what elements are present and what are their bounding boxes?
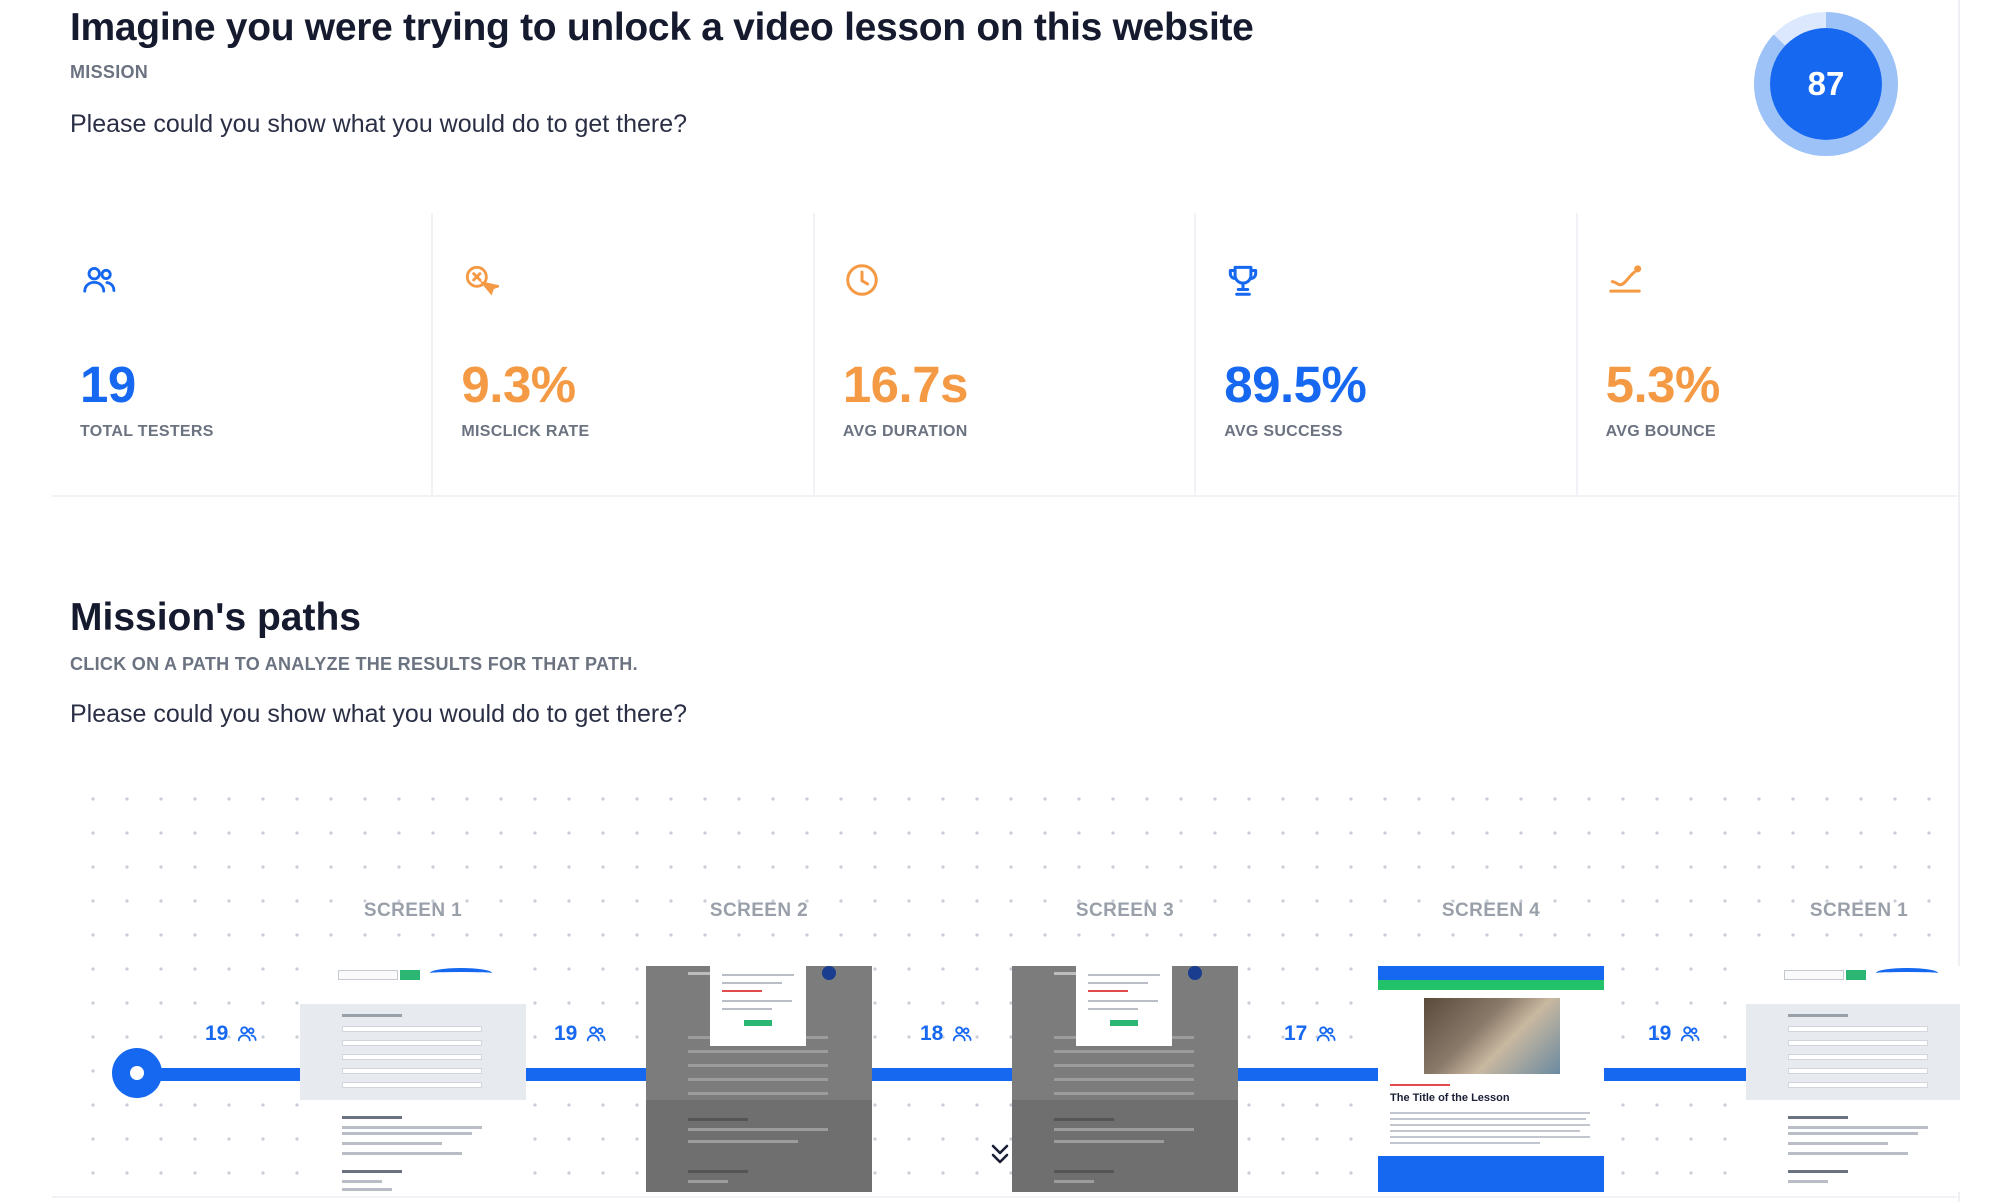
clock-icon <box>846 264 878 296</box>
stat-value: 16.7s <box>842 356 969 413</box>
users-icon <box>83 267 116 293</box>
screen-thumbnail[interactable] <box>1012 966 1238 1192</box>
tester-count: 19 <box>1648 1022 1672 1045</box>
mission-label: MISSION <box>70 62 149 82</box>
misclick-icon <box>466 265 500 296</box>
path-step-count[interactable]: 18 <box>920 1022 973 1046</box>
stat-label: AVG SUCCESS <box>1224 423 1343 440</box>
stat-value: 89.5% <box>1224 356 1367 413</box>
stat-avg-bounce: 5.3% AVG BOUNCE <box>1578 213 1957 495</box>
path-step-count[interactable]: 19 <box>1648 1022 1701 1046</box>
screen-thumbnail[interactable] <box>646 966 872 1192</box>
mission-title: Imagine you were trying to unlock a vide… <box>70 6 1254 49</box>
path-step-count[interactable]: 17 <box>1284 1022 1337 1046</box>
stat-label: MISCLICK RATE <box>461 423 590 440</box>
users-icon <box>1317 1026 1336 1042</box>
users-icon <box>1681 1026 1700 1042</box>
paths-subtitle: CLICK ON A PATH TO ANALYZE THE RESULTS F… <box>70 654 638 674</box>
screen-label: SCREEN 2 <box>709 900 809 921</box>
lesson-photo <box>1424 998 1560 1074</box>
screen-thumbnail[interactable] <box>300 966 526 1192</box>
mission-results-page: Imagine you were trying to unlock a vide… <box>0 0 1960 1202</box>
tester-count: 18 <box>920 1022 944 1045</box>
screen-thumbnail[interactable] <box>1746 966 1960 1192</box>
stat-value: 5.3% <box>1605 356 1721 413</box>
stat-label: AVG BOUNCE <box>1605 423 1716 440</box>
chevron-double-down-icon[interactable] <box>988 1142 1012 1168</box>
stats-row: 19 TOTAL TESTERS 9.3% MISCLICK RATE 16.7… <box>52 213 1957 497</box>
stat-avg-duration: 16.7s AVG DURATION <box>815 213 1197 495</box>
path-step-count[interactable]: 19 <box>205 1022 258 1046</box>
tester-count: 17 <box>1284 1022 1308 1045</box>
paths-title: Mission's paths <box>70 596 361 639</box>
screen-label: SCREEN 1 <box>1809 900 1909 921</box>
stat-label: TOTAL TESTERS <box>80 423 214 440</box>
screen-thumbnail[interactable]: The Title of the Lesson <box>1378 966 1604 1192</box>
lesson-thumb-title: The Title of the Lesson <box>1390 1092 1510 1104</box>
screen-label: SCREEN 1 <box>363 900 463 921</box>
stat-avg-success: 89.5% AVG SUCCESS <box>1196 213 1578 495</box>
stat-label: AVG DURATION <box>842 423 968 440</box>
divider <box>52 1196 1957 1198</box>
stat-value: 19 <box>80 356 136 413</box>
bounce-icon <box>1608 265 1641 293</box>
tester-count: 19 <box>205 1022 229 1045</box>
mission-question: Please could you show what you would do … <box>70 110 688 138</box>
path-start-node[interactable] <box>112 1048 162 1098</box>
path-step-count[interactable]: 19 <box>554 1022 607 1046</box>
trophy-icon <box>1229 265 1258 296</box>
stat-misclick-rate: 9.3% MISCLICK RATE <box>433 213 815 495</box>
score-value: 87 <box>1807 65 1845 102</box>
tester-count: 19 <box>554 1022 578 1045</box>
stat-value: 9.3% <box>461 356 576 413</box>
users-icon <box>587 1026 606 1042</box>
stat-total-testers: 19 TOTAL TESTERS <box>52 213 434 495</box>
screen-label: SCREEN 3 <box>1075 900 1175 921</box>
screen-label: SCREEN 4 <box>1441 900 1541 921</box>
users-icon <box>238 1026 257 1042</box>
users-icon <box>953 1026 972 1042</box>
paths-question: Please could you show what you would do … <box>70 700 688 728</box>
